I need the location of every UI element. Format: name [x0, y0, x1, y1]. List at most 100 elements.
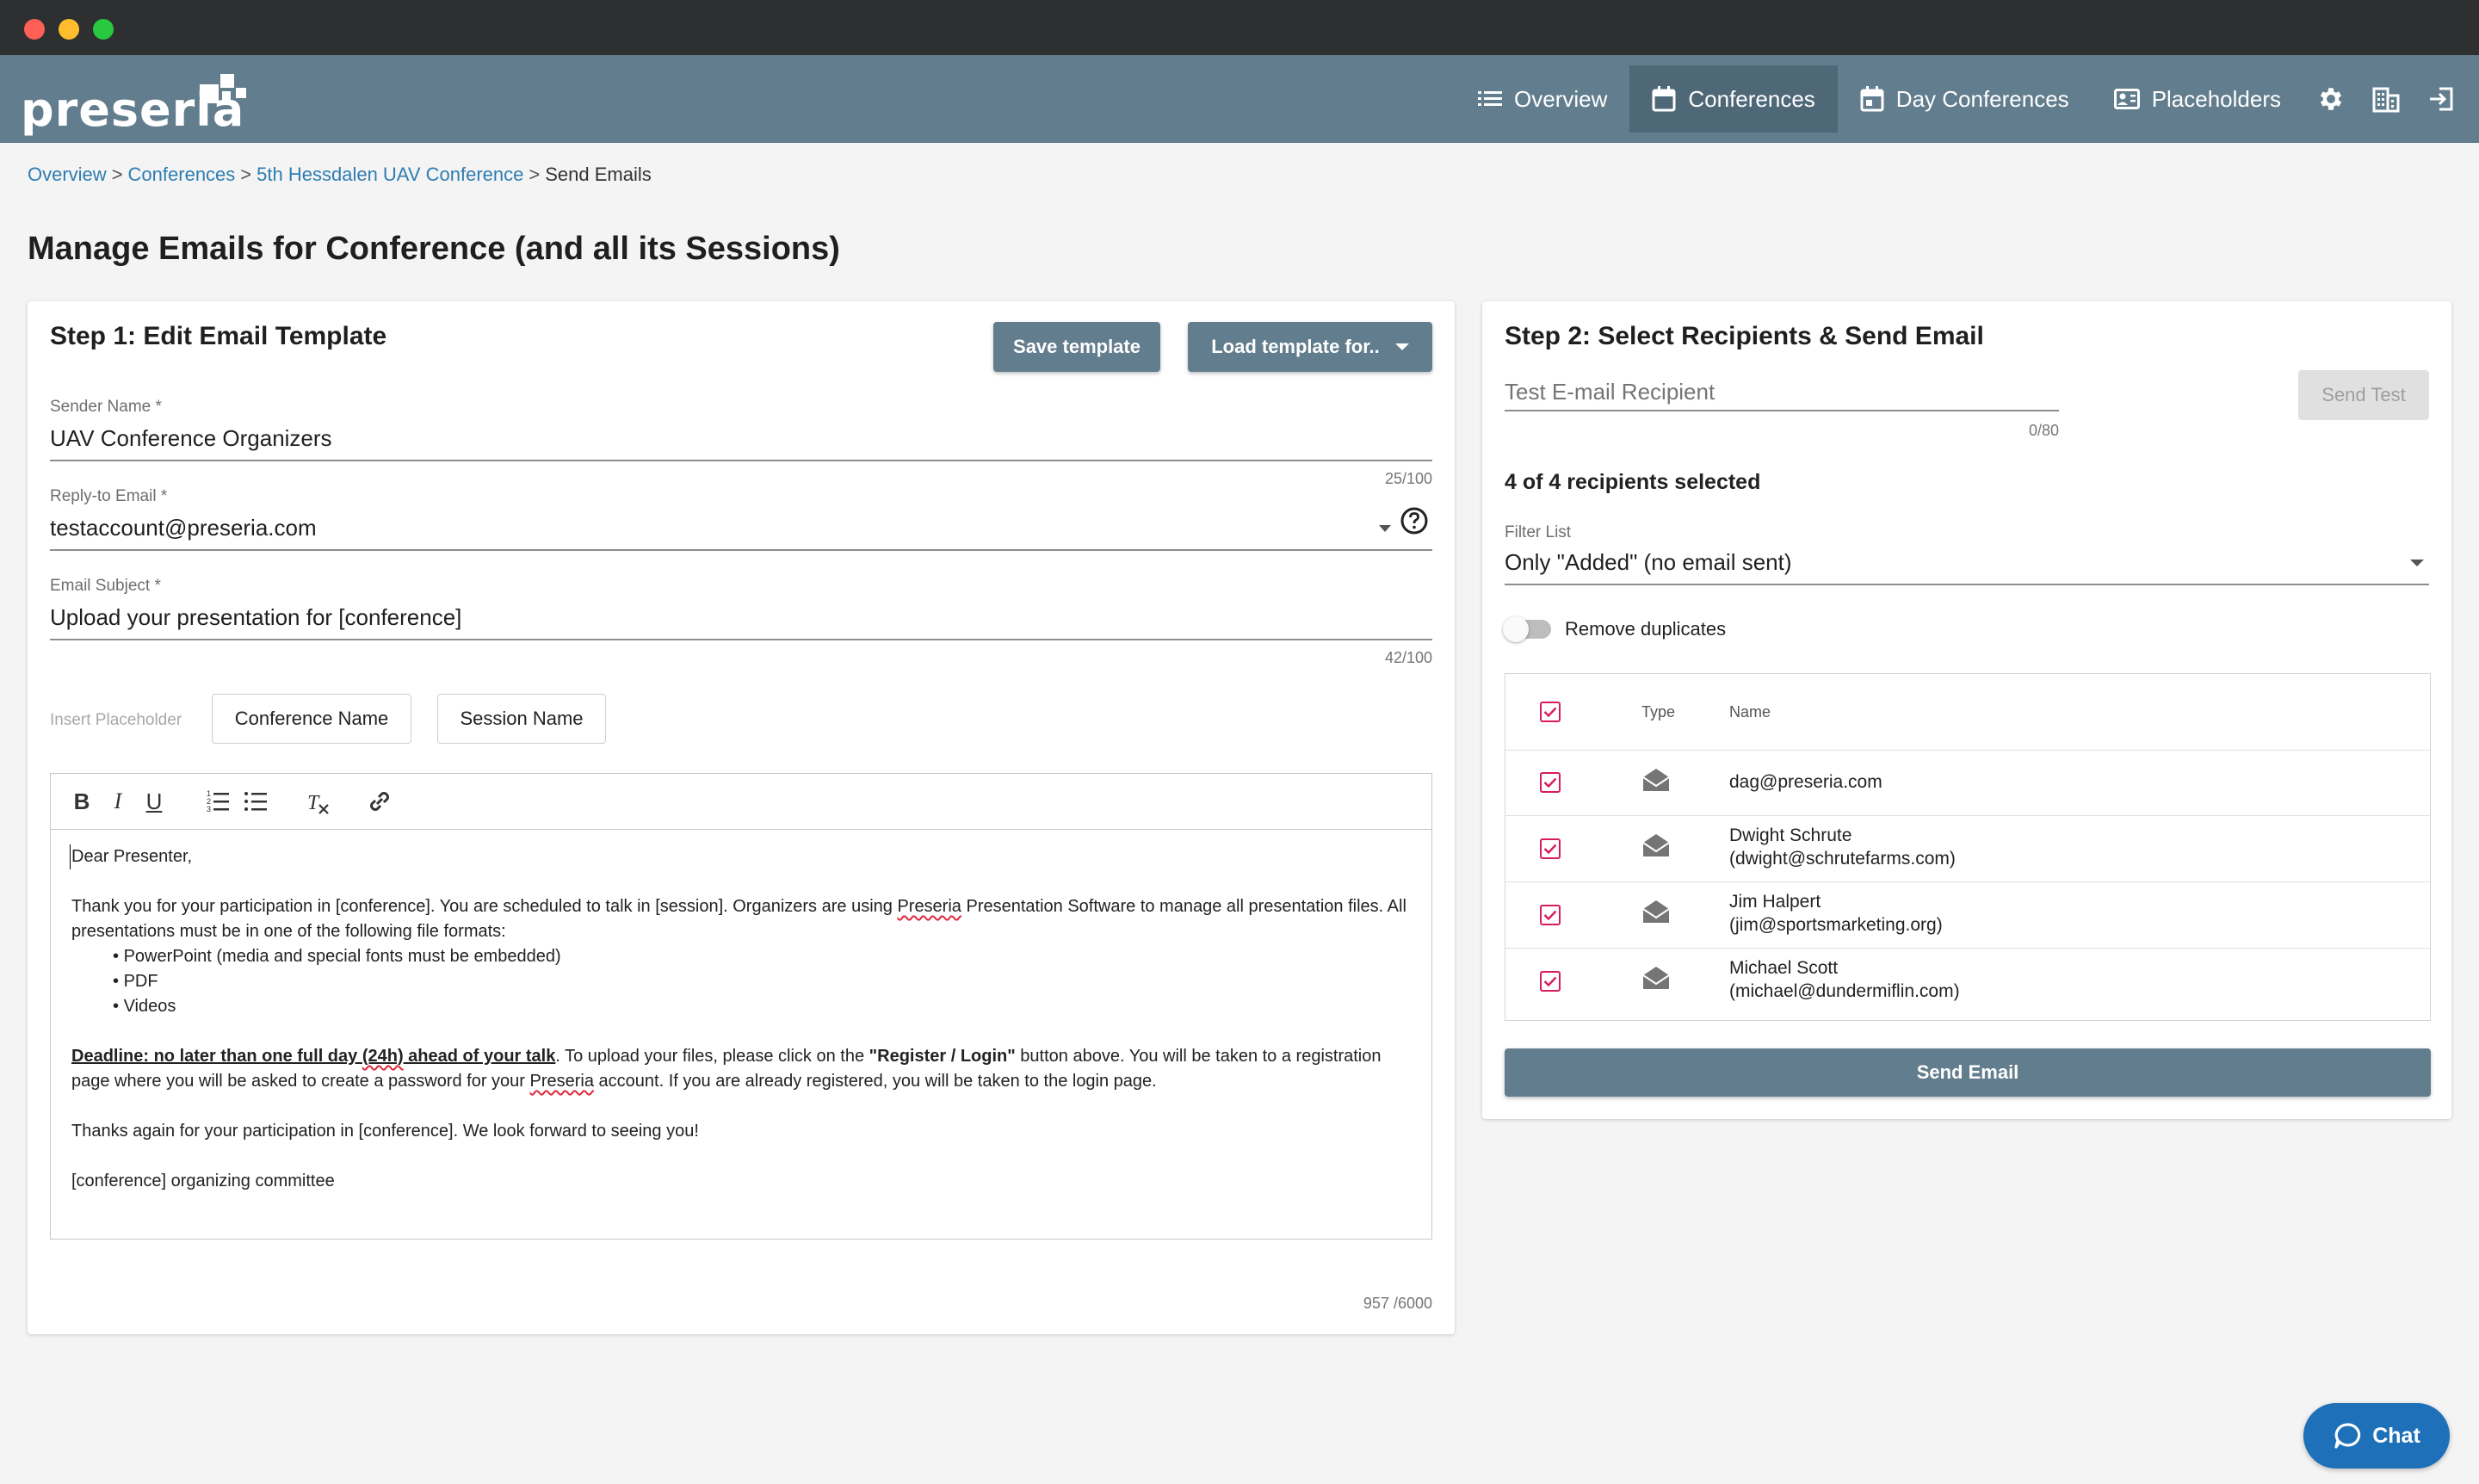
table-row[interactable]: Dwight Schrute (dwight@schrutefarms.com) — [1505, 815, 2430, 882]
recipient-name: Jim Halpert — [1729, 892, 1821, 912]
recipient-name: dag@preseria.com — [1729, 772, 1882, 792]
reply-to-underline — [50, 549, 1432, 551]
step1-card: Step 1: Edit Email Template Save templat… — [28, 301, 1455, 1334]
test-recipient-input[interactable] — [1505, 374, 2059, 411]
toggle-knob — [1503, 616, 1529, 642]
list-item: Videos — [113, 994, 1414, 1019]
logo-mark-icon — [200, 74, 246, 103]
table-header-row: Type Name — [1505, 674, 2430, 751]
close-window-button[interactable] — [24, 19, 45, 40]
table-row[interactable]: Michael Scott (michael@dundermiflin.com) — [1505, 948, 2430, 1014]
maximize-window-button[interactable] — [93, 19, 114, 40]
sender-name-label: Sender Name * — [50, 398, 162, 416]
table-row[interactable]: dag@preseria.com — [1505, 750, 2430, 816]
body-greeting: Dear Presenter, — [70, 844, 1414, 869]
send-email-button[interactable]: Send Email — [1505, 1048, 2431, 1097]
nav-overview[interactable]: Overview — [1456, 65, 1629, 133]
settings-button[interactable] — [2303, 65, 2358, 133]
selected-summary: 4 of 4 recipients selected — [1505, 470, 1761, 494]
app-header: preseria Overview Conferences Day Confer… — [0, 55, 2479, 143]
remove-duplicates-toggle[interactable] — [1503, 616, 1551, 642]
recipient-name: Dwight Schrute — [1729, 825, 1852, 845]
insert-placeholder-label: Insert Placeholder — [50, 711, 182, 729]
recipient-email: (dwight@schrutefarms.com) — [1729, 849, 1956, 869]
main-nav: Overview Conferences Day Conferences Pla… — [1456, 65, 2479, 133]
chevron-down-icon — [1394, 343, 1409, 350]
checkmark-icon — [1543, 707, 1557, 717]
remove-duplicates-label: Remove duplicates — [1565, 618, 1727, 640]
mail-icon — [1642, 769, 1670, 791]
filter-list-select[interactable]: Only "Added" (no email sent) — [1505, 549, 1792, 576]
breadcrumb-overview[interactable]: Overview — [28, 164, 107, 185]
recipients-table: Type Name dag@preseria.com Dwight Schrut… — [1505, 673, 2431, 1021]
row-checkbox[interactable] — [1540, 971, 1561, 992]
link-icon[interactable] — [364, 786, 395, 817]
calendar-icon — [1652, 86, 1676, 112]
body-deadline: Deadline: no later than one full day (24… — [71, 1047, 1382, 1091]
window-titlebar — [0, 0, 2479, 55]
step2-title: Step 2: Select Recipients & Send Email — [1505, 322, 1984, 350]
select-all-checkbox[interactable] — [1540, 702, 1561, 722]
calendar-day-icon — [1860, 86, 1884, 112]
chat-button[interactable]: Chat — [2303, 1403, 2450, 1469]
subject-label: Email Subject * — [50, 577, 161, 595]
body-counter: 957 /6000 — [1363, 1295, 1432, 1312]
nav-conferences[interactable]: Conferences — [1629, 65, 1838, 133]
load-template-button[interactable]: Load template for.. — [1188, 322, 1432, 372]
filter-list-label: Filter List — [1505, 523, 1572, 541]
save-template-button[interactable]: Save template — [993, 322, 1160, 372]
help-icon[interactable] — [1400, 506, 1429, 535]
dropdown-arrow-icon[interactable] — [1379, 525, 1391, 532]
logout-icon — [2430, 87, 2453, 111]
body-signoff: [conference] organizing committee — [71, 1172, 335, 1190]
email-body-content[interactable]: Dear Presenter, Thank you for your parti… — [70, 844, 1414, 1219]
email-body-editor[interactable]: B I U 123 T Dear Presenter, Thank you fo… — [50, 773, 1432, 1240]
clear-format-icon[interactable]: T — [302, 786, 333, 817]
send-test-button[interactable]: Send Test — [2298, 370, 2429, 420]
logout-button[interactable] — [2414, 65, 2469, 133]
subject-counter: 42/100 — [1384, 649, 1432, 666]
nav-day-conferences[interactable]: Day Conferences — [1838, 65, 2092, 133]
breadcrumb-conferences[interactable]: Conferences — [128, 164, 236, 185]
placeholder-session-name-button[interactable]: Session Name — [437, 694, 606, 744]
reply-to-label: Reply-to Email * — [50, 487, 168, 505]
sender-name-underline — [50, 460, 1432, 461]
column-header-name: Name — [1729, 703, 1771, 720]
checkmark-icon — [1543, 910, 1557, 920]
underline-icon[interactable]: U — [139, 786, 170, 817]
dropdown-arrow-icon[interactable] — [2410, 560, 2424, 566]
recipient-name: Michael Scott — [1729, 958, 1839, 978]
test-recipient-counter: 0/80 — [2028, 422, 2059, 439]
checkmark-icon — [1543, 976, 1557, 986]
table-row[interactable]: Jim Halpert (jim@sportsmarketing.org) — [1505, 881, 2430, 949]
reply-to-select[interactable]: testaccount@preseria.com — [50, 515, 317, 541]
svg-text:3: 3 — [207, 805, 211, 813]
filter-list-underline — [1505, 584, 2429, 585]
italic-icon[interactable]: I — [102, 786, 133, 817]
organization-button[interactable] — [2358, 65, 2414, 133]
recipient-email: (michael@dundermiflin.com) — [1729, 981, 1960, 1001]
row-checkbox[interactable] — [1540, 905, 1561, 925]
step1-title: Step 1: Edit Email Template — [50, 322, 387, 350]
breadcrumb-conference[interactable]: 5th Hessdalen UAV Conference — [257, 164, 523, 185]
breadcrumb: Overview > Conferences >5th Hessdalen UAV C… — [28, 164, 652, 185]
editor-toolbar: B I U 123 T — [51, 774, 1431, 830]
body-intro: Thank you for your participation in [con… — [71, 897, 1406, 941]
minimize-window-button[interactable] — [59, 19, 79, 40]
row-checkbox[interactable] — [1540, 838, 1561, 859]
bullet-list-icon[interactable] — [240, 786, 271, 817]
step2-card: Step 2: Select Recipients & Send Email 0… — [1482, 301, 2451, 1119]
row-checkbox[interactable] — [1540, 772, 1561, 793]
body-format-list: PowerPoint (media and special fonts must… — [71, 944, 1414, 1019]
chat-bubble-icon — [2334, 1423, 2361, 1449]
svg-text:T: T — [307, 792, 320, 814]
sender-name-counter: 25/100 — [1384, 470, 1432, 487]
checkmark-icon — [1543, 844, 1557, 854]
bold-icon[interactable]: B — [66, 786, 97, 817]
column-header-type: Type — [1641, 703, 1676, 720]
ordered-list-icon[interactable]: 123 — [202, 786, 233, 817]
sender-name-input[interactable]: UAV Conference Organizers — [50, 425, 332, 452]
nav-placeholders[interactable]: Placeholders — [2092, 65, 2303, 133]
placeholder-conference-name-button[interactable]: Conference Name — [212, 694, 411, 744]
subject-input[interactable]: Upload your presentation for [conference… — [50, 604, 461, 631]
